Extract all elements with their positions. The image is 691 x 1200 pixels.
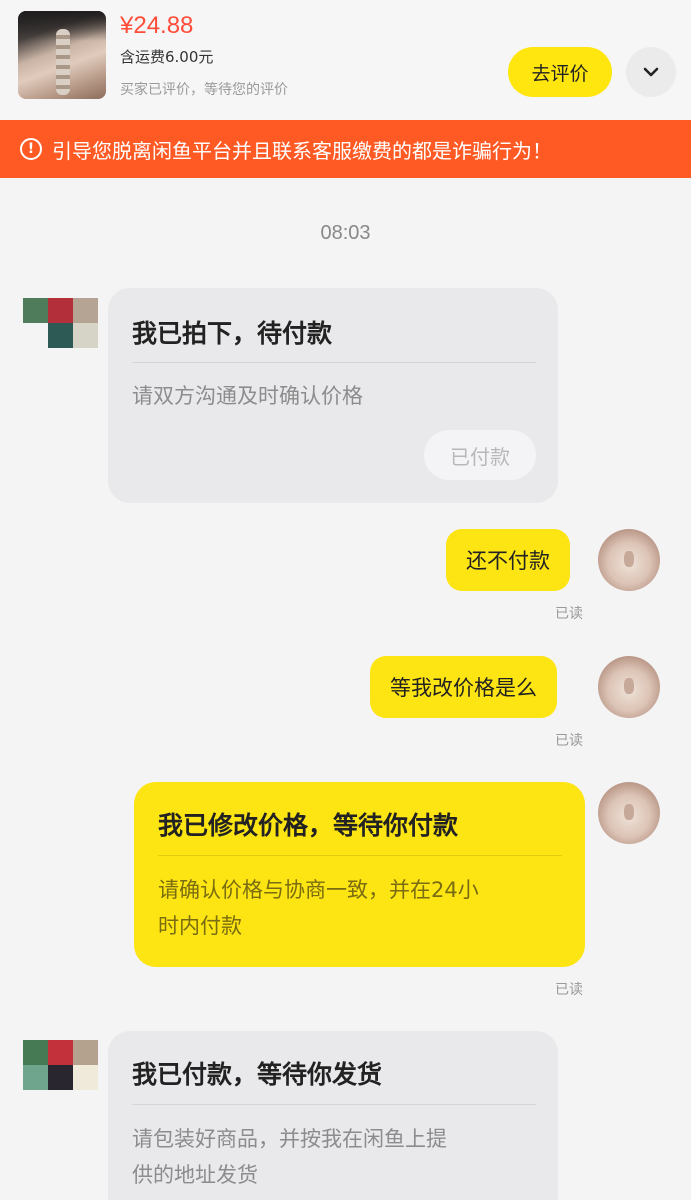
- card-subtitle: 请双方沟通及时确认价格: [132, 384, 363, 408]
- message-timestamp: 08:03: [320, 222, 371, 244]
- payment-done-card[interactable]: 我已付款，等待你发货 请包装好商品，并按我在闲鱼上提 供的地址发货: [108, 1031, 558, 1200]
- fraud-warning-text: 引导您脱离闲鱼平台并且联系客服缴费的都是诈骗行为！: [52, 138, 552, 163]
- card-title: 我已修改价格，等待你付款: [158, 811, 459, 840]
- card-title: 我已付款，等待你发货: [132, 1060, 383, 1089]
- product-price: ¥24.88: [120, 12, 194, 39]
- user-avatar[interactable]: [598, 529, 660, 591]
- expand-button[interactable]: [626, 47, 676, 97]
- read-receipt: 已读: [555, 733, 583, 749]
- product-thumbnail[interactable]: [18, 11, 106, 99]
- order-placed-card[interactable]: 我已拍下，待付款 请双方沟通及时确认价格 已付款: [108, 288, 558, 503]
- read-receipt: 已读: [555, 606, 583, 622]
- card-subtitle-line1: 请包装好商品，并按我在闲鱼上提: [132, 1127, 447, 1151]
- card-divider: [132, 1104, 536, 1105]
- exclamation-circle-icon: !: [20, 138, 42, 160]
- user-avatar[interactable]: [598, 656, 660, 718]
- card-divider: [132, 362, 536, 363]
- card-subtitle-line2: 供的地址发货: [132, 1163, 258, 1187]
- seller-avatar[interactable]: [23, 1040, 98, 1090]
- card-subtitle-line1: 请确认价格与协商一致，并在24小: [158, 878, 479, 902]
- price-modified-card[interactable]: 我已修改价格，等待你付款 请确认价格与协商一致，并在24小 时内付款: [134, 782, 585, 967]
- paid-button[interactable]: 已付款: [424, 430, 536, 480]
- shipping-fee: 含运费6.00元: [120, 48, 214, 66]
- read-receipt: 已读: [555, 982, 583, 998]
- seller-avatar[interactable]: [23, 298, 98, 348]
- rate-button[interactable]: 去评价: [508, 47, 612, 97]
- card-divider: [158, 855, 562, 856]
- card-title: 我已拍下，待付款: [132, 319, 333, 348]
- chevron-down-icon: [643, 67, 659, 77]
- card-subtitle-line2: 时内付款: [158, 914, 242, 938]
- fraud-warning-banner: ! 引导您脱离闲鱼平台并且联系客服缴费的都是诈骗行为！: [0, 120, 691, 178]
- order-header: ¥24.88 含运费6.00元 买家已评价，等待您的评价 去评价: [0, 0, 691, 120]
- order-status: 买家已评价，等待您的评价: [120, 82, 288, 98]
- thumbnail-detail: [56, 29, 70, 95]
- user-avatar[interactable]: [598, 782, 660, 844]
- message-bubble[interactable]: 等我改价格是么: [370, 656, 557, 718]
- message-bubble[interactable]: 还不付款: [446, 529, 570, 591]
